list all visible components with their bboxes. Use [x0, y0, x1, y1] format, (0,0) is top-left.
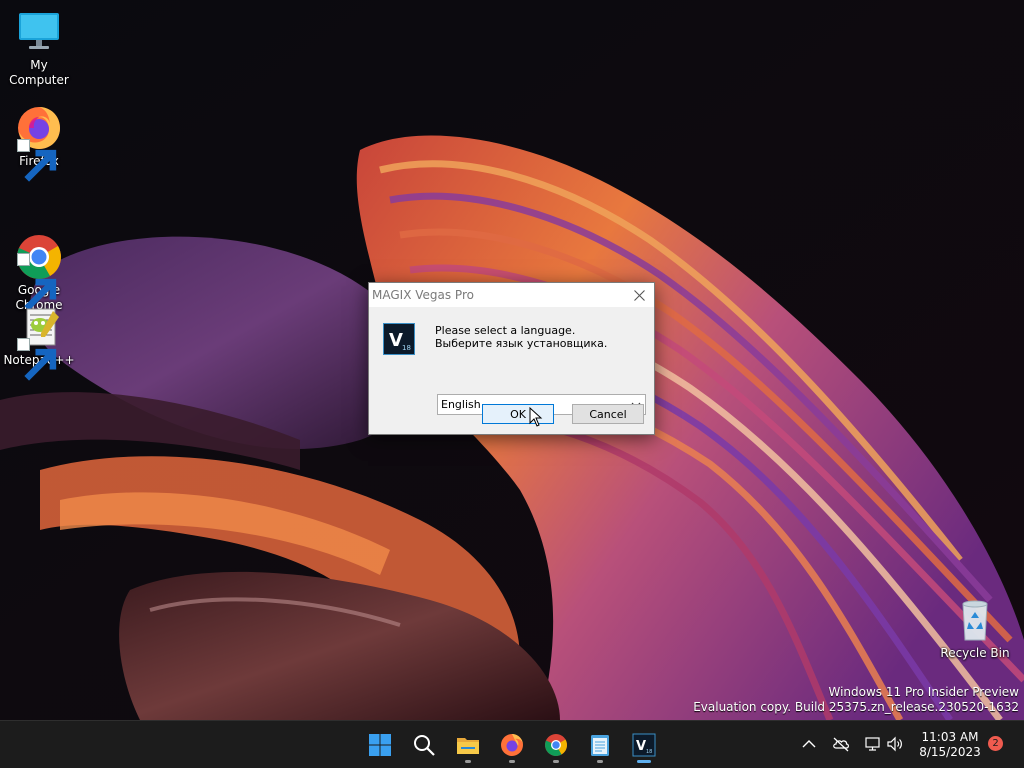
desktop-icon-recycle-bin[interactable]: Recycle Bin: [937, 596, 1013, 661]
cloud-offline-icon: [833, 737, 849, 752]
desktop-icon-label: My Computer: [9, 58, 69, 87]
shortcut-arrow-icon: [17, 253, 57, 311]
firefox-icon: [501, 734, 523, 756]
taskbar-clock[interactable]: 11:03 AM 8/15/2023: [915, 730, 985, 760]
taskbar-search-button[interactable]: [406, 727, 442, 763]
close-icon: [633, 289, 645, 301]
svg-text:V: V: [636, 739, 646, 754]
svg-text:V: V: [389, 330, 403, 351]
svg-text:18: 18: [646, 749, 652, 755]
clock-time: 11:03 AM: [921, 730, 979, 744]
running-indicator: [553, 760, 559, 763]
tray-onedrive-button[interactable]: [832, 735, 850, 753]
chevron-up-icon: [802, 740, 816, 748]
desktop-icon-firefox[interactable]: Firefox: [1, 104, 77, 182]
tray-overflow-button[interactable]: [800, 735, 818, 753]
desktop-icon-google-chrome[interactable]: Google Chrome: [1, 203, 77, 313]
prompt-english: Please select a language.: [435, 324, 576, 337]
prompt-russian: Выберите язык установщика.: [435, 337, 608, 350]
dialog-title: MAGIX Vegas Pro: [372, 288, 474, 302]
desktop-icon-label: Recycle Bin: [940, 646, 1010, 660]
language-prompt: Please select a language. Выберите язык …: [435, 324, 607, 350]
running-indicator: [637, 760, 651, 763]
mouse-cursor-icon: [529, 407, 543, 427]
desktop-icon-notepadpp[interactable]: Notepad++: [1, 303, 77, 381]
shortcut-arrow-icon: [17, 139, 57, 182]
taskbar: V 18 11:03 AM 8/15/2023 2: [0, 720, 1024, 768]
watermark-edition: Windows 11 Pro Insider Preview: [828, 685, 1019, 699]
taskbar-vegas-pro[interactable]: V 18: [626, 727, 662, 763]
vegas-pro-icon: V 18: [383, 323, 415, 355]
notepadpp-icon: [15, 303, 63, 381]
taskbar-file-explorer[interactable]: [450, 727, 486, 763]
recycle-bin-icon: [951, 596, 999, 644]
running-indicator: [509, 760, 515, 763]
taskbar-chrome[interactable]: [538, 727, 574, 763]
chrome-icon: [545, 734, 567, 756]
running-indicator: [465, 760, 471, 763]
notepad-icon: [591, 735, 609, 756]
shortcut-arrow-icon: [17, 338, 57, 381]
tray-network-button[interactable]: [864, 735, 882, 753]
monitor-icon: [15, 8, 63, 56]
cancel-button[interactable]: Cancel: [572, 404, 644, 424]
chrome-icon: [15, 218, 63, 311]
network-icon: [865, 737, 880, 751]
taskbar-start-button[interactable]: [362, 727, 398, 763]
dialog-close-button[interactable]: [628, 285, 650, 305]
notification-badge[interactable]: 2: [988, 736, 1003, 751]
watermark-build: Evaluation copy. Build 25375.zn_release.…: [693, 700, 1019, 714]
taskbar-firefox[interactable]: [494, 727, 530, 763]
running-indicator: [597, 760, 603, 763]
language-dropdown-value: English: [441, 398, 481, 411]
desktop-icon-my-computer[interactable]: My Computer: [1, 8, 77, 88]
start-icon: [369, 734, 391, 756]
volume-icon: [887, 736, 902, 752]
ok-button[interactable]: OK: [482, 404, 554, 424]
tray-volume-button[interactable]: [886, 735, 904, 753]
dialog-titlebar[interactable]: MAGIX Vegas Pro: [369, 283, 654, 307]
windows-evaluation-watermark: Windows 11 Pro Insider Preview Evaluatio…: [693, 685, 1019, 715]
search-icon: [414, 735, 435, 756]
clock-date: 8/15/2023: [919, 745, 981, 759]
taskbar-notepad[interactable]: [582, 727, 618, 763]
vegas-pro-icon: V 18: [632, 733, 656, 757]
file-explorer-icon: [457, 738, 479, 754]
firefox-icon: [15, 104, 63, 182]
svg-text:18: 18: [402, 344, 411, 352]
